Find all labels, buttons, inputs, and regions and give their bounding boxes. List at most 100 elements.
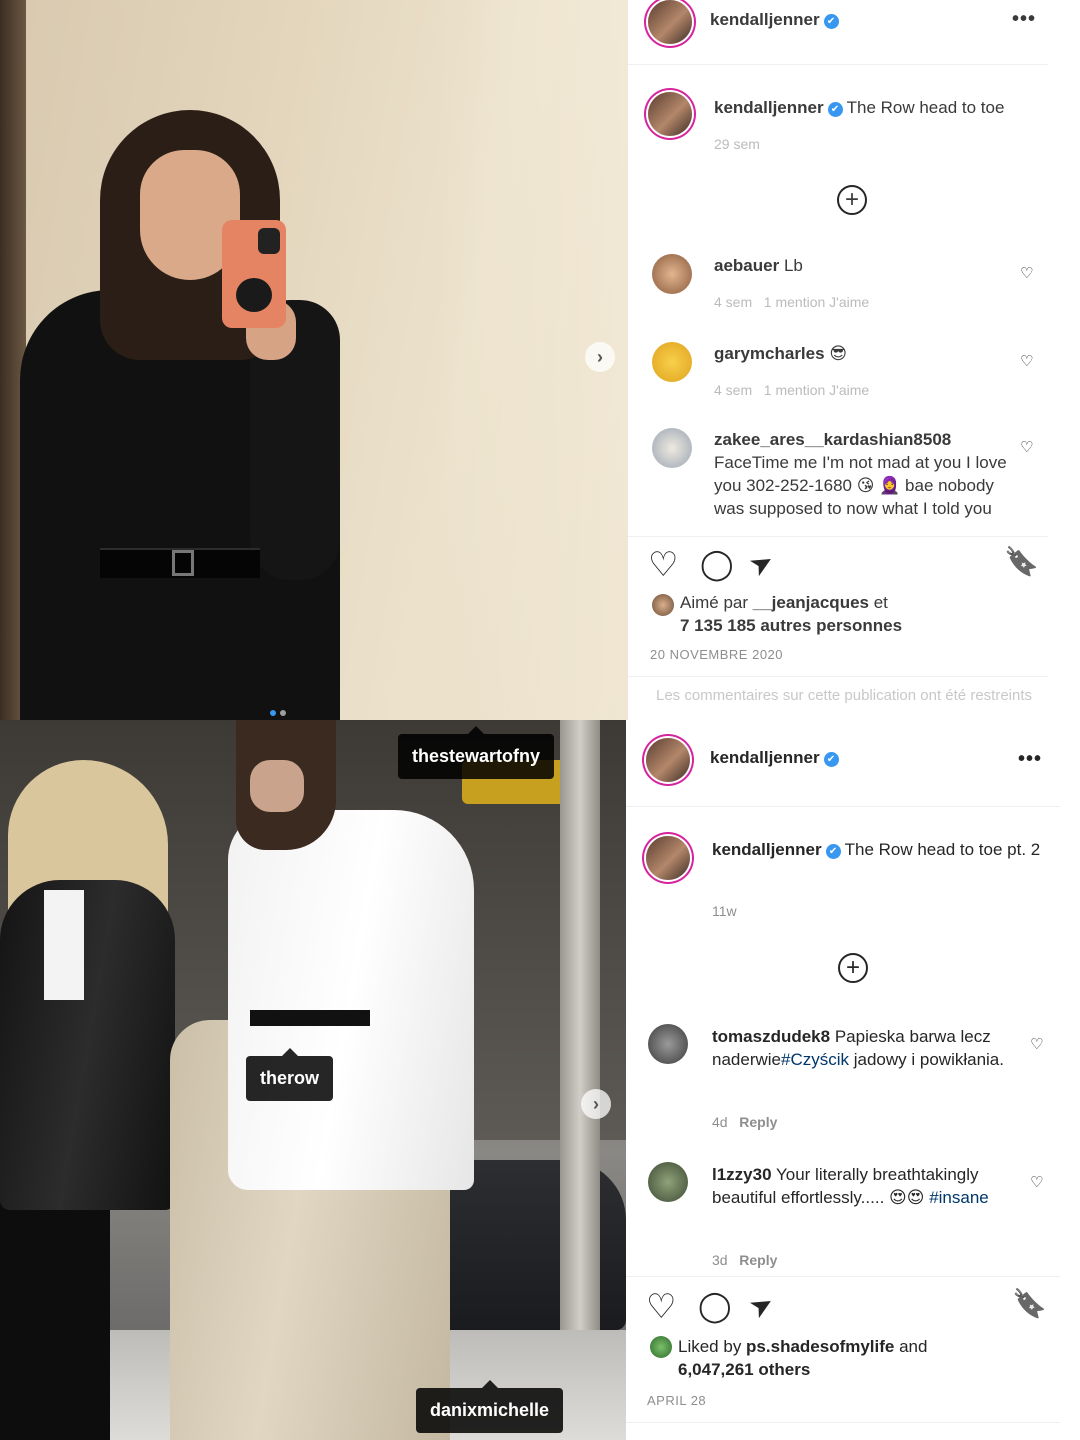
post-photo-street-style[interactable]: thestewartofny therow danixmichelle › <box>0 720 626 1440</box>
header-username[interactable]: kendalljenner <box>710 10 820 29</box>
share-icon[interactable]: ➤ <box>744 1286 780 1325</box>
save-icon[interactable]: 🔖 <box>1012 1290 1047 1318</box>
footer-divider <box>626 1422 1060 1423</box>
comment-username[interactable]: aebauer <box>714 256 779 275</box>
comment-meta: 4d Reply <box>712 1114 777 1130</box>
like-icon[interactable]: ♡ <box>648 548 678 582</box>
likes-user[interactable]: ps.shadesofmylife <box>746 1337 894 1356</box>
caption-avatar[interactable] <box>646 836 690 880</box>
likes-user[interactable]: __jeanjacques <box>753 593 869 612</box>
photo-face-mask <box>250 760 304 812</box>
comment-username[interactable]: garymcharles <box>714 344 825 363</box>
comment-text: jadowy i powikłania. <box>849 1050 1004 1069</box>
caption-time: 11w <box>712 903 737 919</box>
caption-username[interactable]: kendalljenner <box>712 840 822 859</box>
comment-username[interactable]: tomaszdudek8 <box>712 1027 830 1046</box>
instagram-post-1: › kendalljenner ✔ ••• kendalljenner ✔ The R… <box>0 0 1080 720</box>
verified-badge-icon: ✔ <box>823 752 839 767</box>
comment-icon[interactable]: ◯ <box>700 550 734 580</box>
footer-divider <box>628 676 1048 677</box>
caption: kendalljenner ✔ The Row head to toe pt. 2 <box>712 838 1052 861</box>
comment-icon[interactable]: ◯ <box>698 1292 732 1322</box>
verified-badge-icon: ✔ <box>825 844 841 859</box>
header-avatar[interactable] <box>648 0 692 44</box>
post-photo-mirror-selfie[interactable]: › <box>0 0 628 720</box>
comment-likes[interactable]: 1 mention J'aime <box>764 294 869 310</box>
comment-time: 4 sem <box>714 294 753 310</box>
verified-badge-icon: ✔ <box>823 14 839 29</box>
photo-tag[interactable]: thestewartofny <box>398 726 555 779</box>
next-photo-icon[interactable]: › <box>585 342 615 372</box>
like-comment-icon[interactable]: ♡ <box>1020 264 1033 282</box>
caption-text: The Row head to toe pt. 2 <box>844 840 1041 859</box>
comment-time: 4d <box>712 1114 728 1130</box>
comment: zakee_ares__kardashian8508 FaceTime me I'… <box>714 428 1014 520</box>
photo-buckle <box>172 550 194 576</box>
comment-likes[interactable]: 1 mention J'aime <box>764 382 869 398</box>
comment-meta: 3d Reply <box>712 1252 777 1268</box>
like-comment-icon[interactable]: ♡ <box>1030 1173 1043 1191</box>
load-more-comments-icon[interactable]: + <box>837 185 867 215</box>
comment-clip: zakee_ares__kardashian8508 FaceTime me I'… <box>714 428 1014 532</box>
photo-tag[interactable]: therow <box>246 1048 334 1101</box>
post-header: kendalljenner ✔ <box>710 10 843 30</box>
liker-avatar[interactable] <box>652 594 674 616</box>
comment-username[interactable]: zakee_ares__kardashian8508 <box>714 430 951 449</box>
comment-hashtag[interactable]: #insane <box>929 1188 989 1207</box>
comment-avatar[interactable] <box>652 428 692 468</box>
comment-avatar[interactable] <box>648 1024 688 1064</box>
reply-button[interactable]: Reply <box>739 1114 777 1130</box>
liker-avatar[interactable] <box>650 1336 672 1358</box>
post-side-panel: kendalljenner ✔ ••• kendalljenner ✔ The Row… <box>628 0 1080 720</box>
comment: l1zzy30 Your literally breathtakingly be… <box>712 1163 1002 1209</box>
caption: kendalljenner ✔ The Row head to toe <box>714 96 1044 119</box>
like-comment-icon[interactable]: ♡ <box>1020 438 1033 456</box>
header-username[interactable]: kendalljenner <box>710 748 820 767</box>
header-avatar[interactable] <box>646 738 690 782</box>
actions-divider <box>626 1276 1060 1277</box>
header-divider <box>626 806 1060 807</box>
comment-avatar[interactable] <box>648 1162 688 1202</box>
like-comment-icon[interactable]: ♡ <box>1020 352 1033 370</box>
comment-text: 😎 <box>829 344 848 363</box>
comment-avatar[interactable] <box>652 342 692 382</box>
caption-username[interactable]: kendalljenner <box>714 98 824 117</box>
comment-username[interactable]: l1zzy30 <box>712 1165 772 1184</box>
photo-tag[interactable]: danixmichelle <box>416 1380 564 1433</box>
more-options-icon[interactable]: ••• <box>1012 8 1036 31</box>
carousel-dot-active <box>270 710 276 716</box>
save-icon[interactable]: 🔖 <box>1004 548 1039 576</box>
comment: garymcharles 😎 <box>714 342 1014 365</box>
comment-text: FaceTime me I'm not mad at you I love yo… <box>714 453 1007 518</box>
photo-phone-grip <box>236 278 272 312</box>
comment-meta: 4 sem 1 mention J'aime <box>714 294 869 310</box>
next-photo-icon[interactable]: › <box>581 1089 611 1119</box>
carousel-dots <box>270 710 286 716</box>
post-header: kendalljenner ✔ <box>710 748 843 768</box>
comment: aebauer Lb <box>714 254 1014 277</box>
caption-avatar[interactable] <box>648 92 692 136</box>
comment-hashtag[interactable]: #Czyścik <box>781 1050 849 1069</box>
header-divider <box>628 64 1048 65</box>
more-options-icon[interactable]: ••• <box>1018 748 1042 771</box>
reply-button[interactable]: Reply <box>739 1252 777 1268</box>
post-date: 20 NOVEMBRE 2020 <box>650 647 784 662</box>
like-icon[interactable]: ♡ <box>646 1290 676 1324</box>
comment-time: 3d <box>712 1252 728 1268</box>
likes-summary: Liked by ps.shadesofmylife and 6,047,261 … <box>678 1335 1058 1381</box>
verified-badge-icon: ✔ <box>827 102 843 117</box>
likes-summary: Aimé par __jeanjacques et 7 135 185 autre… <box>680 591 1060 637</box>
comment-avatar[interactable] <box>652 254 692 294</box>
likes-count[interactable]: 7 135 185 autres personnes <box>680 616 902 635</box>
photo-person-left-legs <box>0 1200 110 1440</box>
comments-restricted-notice: Les commentaires sur cette publication o… <box>655 687 1033 704</box>
likes-count[interactable]: 6,047,261 others <box>678 1360 810 1379</box>
share-icon[interactable]: ➤ <box>744 544 780 583</box>
load-more-comments-icon[interactable]: + <box>838 953 868 983</box>
likes-suffix: et <box>869 593 888 612</box>
like-comment-icon[interactable]: ♡ <box>1030 1035 1043 1053</box>
likes-prefix: Aimé par <box>680 593 753 612</box>
caption-text: The Row head to toe <box>846 98 1005 117</box>
caption-time: 29 sem <box>714 136 760 152</box>
comment-time: 4 sem <box>714 382 753 398</box>
